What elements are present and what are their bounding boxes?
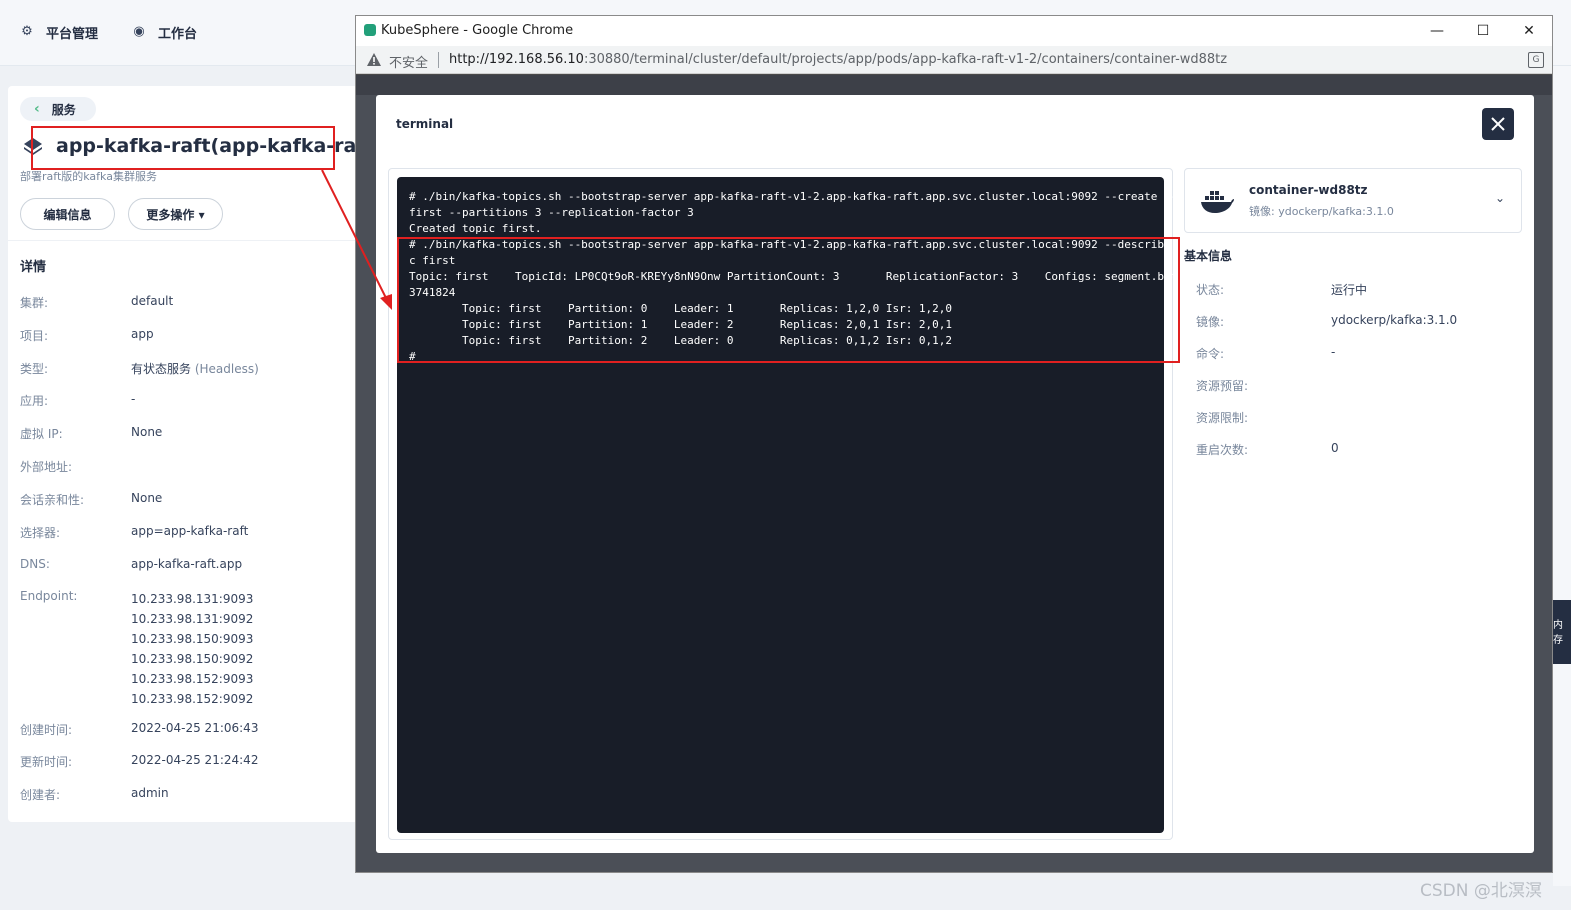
close-icon	[1491, 117, 1505, 131]
gear-icon: ⚙	[21, 24, 33, 39]
detail-value: admin	[131, 786, 169, 800]
detail-label: 会话亲和性:	[20, 493, 85, 507]
url-text[interactable]: http://192.168.56.10:30880/terminal/clus…	[449, 52, 1227, 67]
detail-label: 创建者:	[20, 788, 61, 802]
back-label: 服务	[51, 102, 76, 117]
detail-value-type: 有状态服务 (Headless)	[131, 360, 259, 377]
annotation-box-terminal	[397, 237, 1180, 363]
info-label: 资源预留:	[1196, 379, 1249, 393]
endpoint-item: 10.233.98.150:9093	[131, 632, 254, 646]
container-image: 镜像: ydockerp/kafka:3.1.0	[1249, 205, 1394, 218]
detail-value: 2022-04-25 21:06:43	[131, 721, 259, 735]
insecure-label[interactable]: 不安全	[389, 52, 428, 71]
detail-label: 集群:	[20, 296, 49, 310]
nav-platform-label: 平台管理	[46, 26, 99, 42]
endpoint-item: 10.233.98.131:9092	[131, 612, 254, 626]
nav-platform-management[interactable]: ⚙ 平台管理	[20, 22, 98, 42]
endpoint-item: 10.233.98.150:9092	[131, 652, 254, 666]
info-value: ydockerp/kafka:3.1.0	[1331, 313, 1458, 327]
service-description: 部署raft版的kafka集群服务	[20, 170, 157, 183]
detail-label: 创建时间:	[20, 723, 73, 737]
type-value: 有状态服务	[131, 362, 192, 376]
detail-label: DNS:	[20, 557, 50, 571]
edit-info-button[interactable]: 编辑信息	[20, 198, 115, 230]
info-label: 重启次数:	[1196, 443, 1249, 457]
url-host: http://192.168.56.10	[449, 52, 584, 67]
type-extra: (Headless)	[194, 362, 259, 376]
info-label: 资源限制:	[1196, 411, 1249, 425]
info-label: 命令:	[1196, 347, 1225, 361]
close-window-button[interactable]: ✕	[1506, 16, 1552, 46]
container-selector[interactable]: container-wd88tz 镜像: ydockerp/kafka:3.1.…	[1184, 168, 1522, 233]
info-value: 运行中	[1331, 283, 1368, 297]
maximize-button[interactable]: ☐	[1460, 16, 1506, 46]
watermark: CSDN @北溟溟	[1420, 881, 1542, 901]
minimize-button[interactable]: —	[1414, 16, 1460, 46]
detail-label: Endpoint:	[20, 589, 78, 603]
endpoint-item: 10.233.98.152:9092	[131, 692, 254, 706]
chevron-left-icon: ‹	[34, 101, 40, 117]
divider	[8, 240, 358, 241]
window-title: KubeSphere - Google Chrome	[381, 23, 574, 38]
detail-label: 更新时间:	[20, 755, 73, 769]
detail-value: app	[131, 327, 154, 341]
kubesphere-favicon-icon	[364, 24, 376, 36]
modal-close-button[interactable]	[1482, 108, 1514, 140]
url-path: :30880/terminal/cluster/default/projects…	[583, 52, 1228, 67]
terminal-line: Created topic first.	[409, 222, 542, 235]
detail-label: 类型:	[20, 362, 49, 376]
chevron-down-icon: ⌄	[1495, 191, 1506, 205]
detail-label: 应用:	[20, 394, 49, 408]
modal-title: terminal	[396, 117, 454, 131]
chrome-window: KubeSphere - Google Chrome — ☐ ✕ 不安全 htt…	[355, 15, 1553, 873]
background-edge-panel: 内存	[1553, 600, 1571, 664]
endpoint-item: 10.233.98.152:9093	[131, 672, 254, 686]
endpoint-list: 10.233.98.131:9093 10.233.98.131:9092 10…	[131, 589, 253, 709]
detail-label: 选择器:	[20, 526, 61, 540]
translate-icon[interactable]: G	[1528, 52, 1544, 68]
terminal-line: first --partitions 3 --replication-facto…	[409, 206, 694, 219]
terminal-modal: terminal # ./bin/kafka-topics.sh --boots…	[376, 95, 1534, 853]
address-separator	[438, 52, 439, 68]
page-content: terminal # ./bin/kafka-topics.sh --boots…	[356, 75, 1552, 872]
page-header-strip	[356, 75, 1552, 95]
compass-icon: ◉	[133, 24, 145, 39]
back-to-services-button[interactable]: ‹ 服务	[20, 97, 96, 121]
detail-value: default	[131, 294, 174, 308]
detail-value: app-kafka-raft.app	[131, 557, 243, 571]
info-label: 镜像:	[1196, 315, 1225, 329]
terminal-line: # ./bin/kafka-topics.sh --bootstrap-serv…	[409, 190, 1211, 203]
annotation-box-title	[31, 126, 335, 170]
detail-label: 虚拟 IP:	[20, 427, 63, 441]
detail-value: None	[131, 491, 163, 505]
basic-info-title: 基本信息	[1184, 249, 1233, 263]
info-value: -	[1331, 345, 1336, 359]
nav-workbench[interactable]: ◉ 工作台	[132, 22, 197, 42]
nav-workbench-label: 工作台	[158, 26, 198, 42]
more-actions-button[interactable]: 更多操作 ▾	[128, 198, 223, 230]
background-page-edge	[1553, 66, 1571, 886]
endpoint-item: 10.233.98.131:9093	[131, 592, 254, 606]
info-label: 状态:	[1196, 283, 1225, 297]
container-name: container-wd88tz	[1249, 183, 1368, 197]
detail-label: 外部地址:	[20, 460, 73, 474]
warning-icon	[367, 53, 381, 66]
service-detail-card	[8, 86, 358, 822]
detail-value: 2022-04-25 21:24:42	[131, 753, 259, 767]
details-title: 详情	[20, 260, 47, 275]
detail-value: -	[131, 392, 136, 406]
docker-icon	[1201, 191, 1234, 213]
info-value: 0	[1331, 441, 1339, 455]
chrome-titlebar[interactable]: KubeSphere - Google Chrome — ☐ ✕	[356, 16, 1552, 46]
address-bar[interactable]: 不安全 http://192.168.56.10:30880/terminal/…	[356, 46, 1552, 74]
detail-label: 项目:	[20, 329, 49, 343]
detail-value: app=app-kafka-raft	[131, 524, 249, 538]
detail-value: None	[131, 425, 163, 439]
